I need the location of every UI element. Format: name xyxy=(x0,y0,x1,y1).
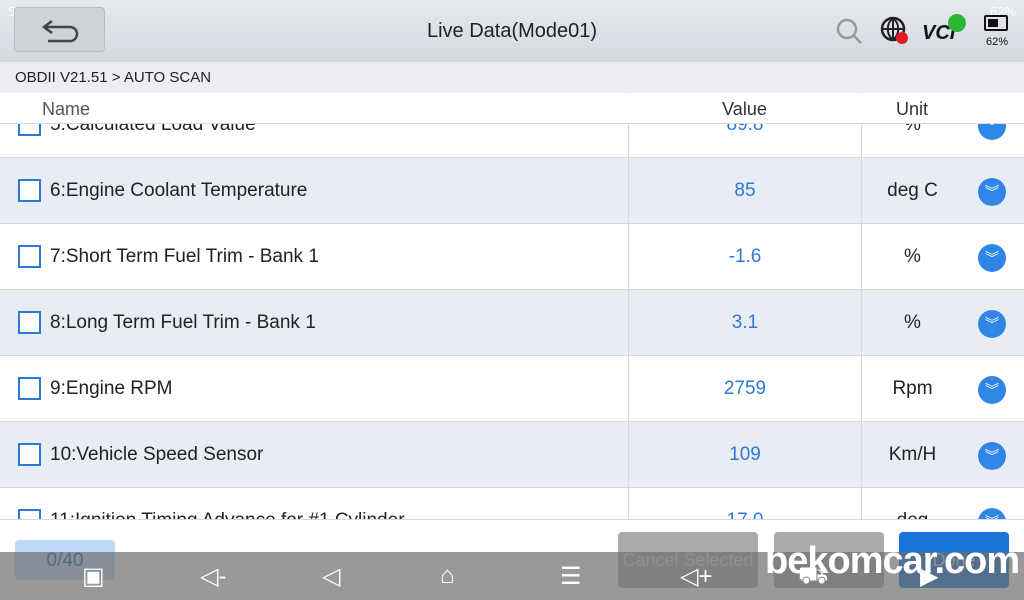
table-row[interactable]: 7:Short Term Fuel Trim - Bank 1 -1.6% ︾ xyxy=(0,224,1024,290)
table-header: Name Value Unit xyxy=(0,93,1024,124)
battery-percent: 62% xyxy=(986,36,1009,48)
column-value: Value xyxy=(722,99,767,119)
nav-back-icon[interactable]: ◁ xyxy=(322,562,340,591)
row-name: 8:Long Term Fuel Trim - Bank 1 xyxy=(50,312,316,333)
row-name: 9:Engine RPM xyxy=(50,378,173,399)
row-checkbox[interactable] xyxy=(18,245,41,268)
row-name: 11:Ignition Timing Advance for #1 Cylind… xyxy=(50,510,405,519)
table-row[interactable]: 10:Vehicle Speed Sensor 109 Km/H ︾ xyxy=(0,422,1024,488)
row-checkbox[interactable] xyxy=(18,179,41,202)
nav-menu-icon[interactable]: ☰ xyxy=(560,562,582,591)
search-icon[interactable] xyxy=(835,17,863,45)
nav-home-icon[interactable]: ⌂ xyxy=(440,562,455,590)
row-name: 6:Engine Coolant Temperature xyxy=(50,180,308,201)
wifi-icon xyxy=(948,14,966,32)
expand-chevron-icon[interactable]: ︾ xyxy=(978,442,1006,470)
row-checkbox[interactable] xyxy=(18,311,41,334)
globe-offline-icon[interactable] xyxy=(880,16,910,46)
screenshot-icon[interactable]: ▣ xyxy=(82,562,105,591)
row-unit: % xyxy=(861,290,963,356)
table-row[interactable]: 8:Long Term Fuel Trim - Bank 1 3.1% ︾ xyxy=(0,290,1024,356)
column-unit: Unit xyxy=(895,99,928,119)
row-value: 17.0 xyxy=(628,488,861,519)
row-unit: % xyxy=(861,224,963,290)
row-value: -1.6 xyxy=(628,224,861,290)
expand-chevron-icon[interactable]: ︾ xyxy=(978,376,1006,404)
row-value: 2759 xyxy=(628,356,861,422)
row-checkbox[interactable] xyxy=(18,509,41,519)
row-unit: Km/H xyxy=(861,422,963,488)
expand-chevron-icon[interactable]: ︾ xyxy=(978,178,1006,206)
row-value: 85 xyxy=(628,158,861,224)
row-unit: Rpm xyxy=(861,356,963,422)
table-row[interactable]: 9:Engine RPM 2759 Rpm ︾ xyxy=(0,356,1024,422)
expand-chevron-icon[interactable]: ︾ xyxy=(978,508,1006,519)
row-checkbox[interactable] xyxy=(18,443,41,466)
volume-up-icon[interactable]: ◁+ xyxy=(680,562,712,591)
page-title: Live Data(Mode01) xyxy=(426,20,598,42)
row-unit: deg C xyxy=(861,158,963,224)
table-row[interactable]: 11:Ignition Timing Advance for #1 Cylind… xyxy=(0,488,1024,519)
row-checkbox[interactable] xyxy=(18,377,41,400)
row-name: 10:Vehicle Speed Sensor xyxy=(50,444,264,465)
watermark: bekomcar.com xyxy=(765,540,1020,582)
row-name: 7:Short Term Fuel Trim - Bank 1 xyxy=(50,246,319,267)
row-value: 109 xyxy=(628,422,861,488)
data-list[interactable]: 5:Calculated Load Value 89.8% ︾ 6:Engine C… xyxy=(0,92,1024,519)
column-name: Name xyxy=(42,99,91,119)
expand-chevron-icon[interactable]: ︾ xyxy=(978,244,1006,272)
battery-icon xyxy=(984,15,1008,31)
breadcrumb: OBDII V21.51 > AUTO SCAN xyxy=(0,62,1024,93)
row-value: 3.1 xyxy=(628,290,861,356)
volume-down-icon[interactable]: ◁- xyxy=(200,562,226,591)
expand-chevron-icon[interactable]: ︾ xyxy=(978,310,1006,338)
row-unit: deg xyxy=(861,488,963,519)
table-row[interactable]: 6:Engine Coolant Temperature 85 deg C ︾ xyxy=(0,158,1024,224)
top-bar: 5:07 PM 62% Live Data(Mode01) VCI 62% xyxy=(0,0,1024,62)
